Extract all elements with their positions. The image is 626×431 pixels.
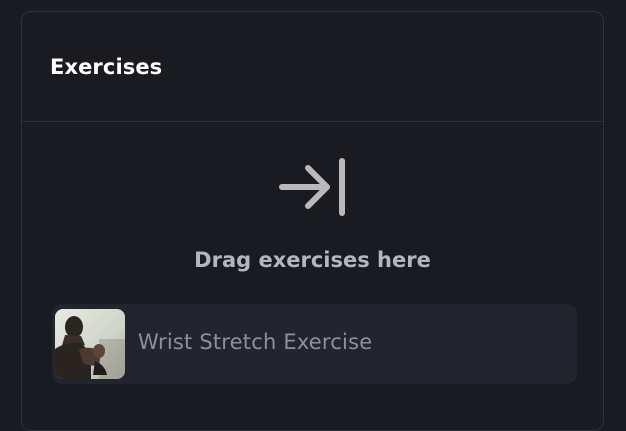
exercise-name: Wrist Stretch Exercise	[138, 330, 373, 354]
drop-zone-label: Drag exercises here	[194, 248, 431, 272]
panel-header: Exercises	[22, 12, 603, 122]
exercises-panel: Exercises Drag exercises here Wrist Stre…	[21, 11, 604, 431]
arrow-to-bar-icon	[279, 158, 345, 216]
exercise-thumbnail	[55, 309, 125, 379]
panel-title: Exercises	[50, 55, 163, 79]
exercise-list-item[interactable]: Wrist Stretch Exercise	[52, 304, 577, 384]
exercise-drop-zone[interactable]: Drag exercises here	[22, 122, 603, 282]
